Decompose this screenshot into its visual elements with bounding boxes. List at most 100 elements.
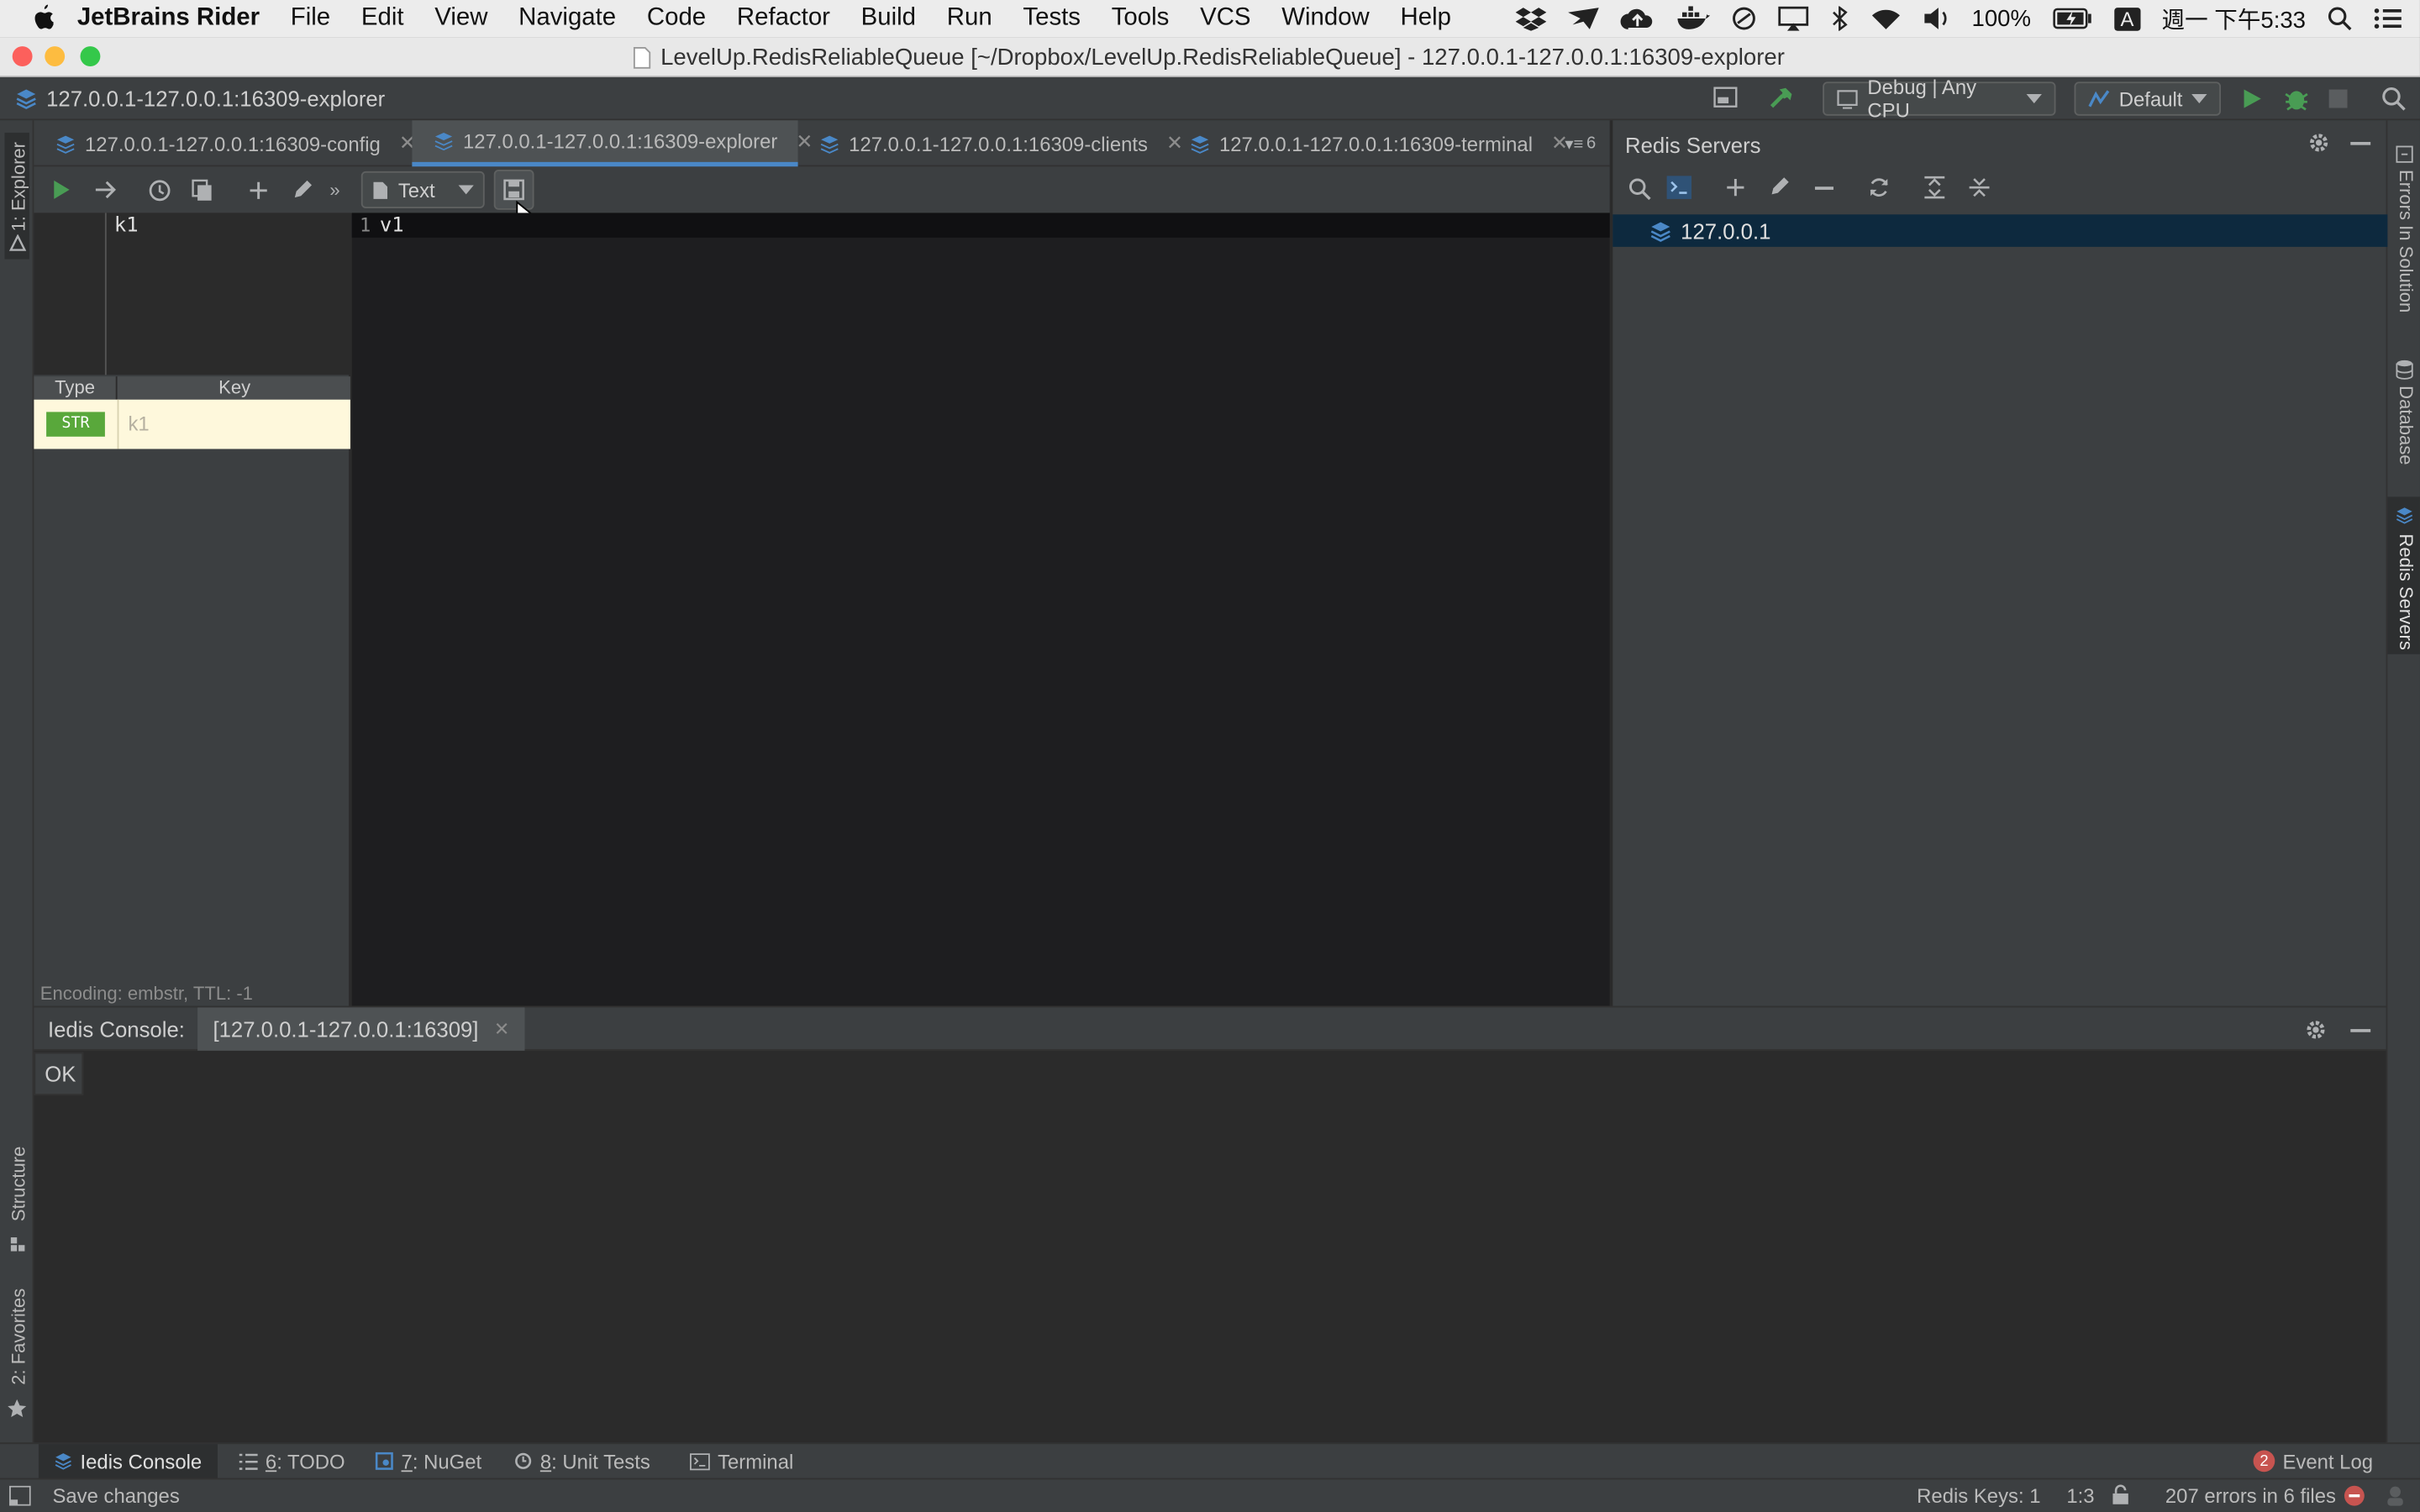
- console-tab[interactable]: [127.0.0.1-127.0.0.1:16309] ✕: [197, 1007, 525, 1051]
- debug-bug-icon[interactable]: [2282, 85, 2310, 113]
- menu-tests[interactable]: Tests: [1023, 5, 1081, 33]
- menu-tools[interactable]: Tools: [1112, 5, 1170, 33]
- redis-servers-panel: Redis Servers 127.0.0.1: [1611, 120, 2388, 1006]
- memory-indicator-icon[interactable]: [2385, 1484, 2407, 1508]
- tab-config[interactable]: 127.0.0.1-127.0.0.1:16309-config ✕: [34, 120, 416, 166]
- run-command-icon[interactable]: [46, 175, 77, 206]
- error-status-icon[interactable]: [2343, 1484, 2366, 1508]
- column-type[interactable]: Type: [34, 376, 118, 400]
- chevron-down-icon: [2026, 94, 2042, 104]
- refresh-icon[interactable]: [1867, 176, 1891, 199]
- column-key[interactable]: Key: [118, 376, 350, 398]
- tool-window-errors[interactable]: Errors In Solution: [2392, 139, 2417, 323]
- menubar-status-area: 100% A 週一 下午5:33: [1514, 0, 2402, 37]
- menu-help[interactable]: Help: [1401, 5, 1451, 33]
- tool-window-terminal[interactable]: Terminal: [690, 1444, 793, 1478]
- build-hammer-icon[interactable]: [1767, 85, 1795, 113]
- tool-window-todo[interactable]: 6: TODO: [239, 1444, 345, 1478]
- arrow-right-icon[interactable]: [90, 175, 121, 206]
- menu-edit[interactable]: Edit: [361, 5, 404, 33]
- collapse-all-icon[interactable]: [1968, 176, 1991, 199]
- minimize-panel-icon[interactable]: [2350, 1029, 2371, 1032]
- add-server-icon[interactable]: [1725, 177, 1745, 197]
- find-server-icon[interactable]: [1628, 177, 1652, 201]
- tool-window-explorer[interactable]: 1: Explorer: [4, 132, 29, 260]
- lock-icon[interactable]: [2112, 1484, 2130, 1506]
- menu-build[interactable]: Build: [861, 5, 916, 33]
- remove-server-icon[interactable]: [1814, 186, 1833, 190]
- bluetooth-icon[interactable]: [1830, 6, 1849, 31]
- sync-icon[interactable]: [1731, 6, 1755, 30]
- tab-explorer[interactable]: 127.0.0.1-127.0.0.1:16309-explorer ✕: [412, 120, 813, 167]
- iedis-console-panel: Iedis Console: [127.0.0.1-127.0.0.1:1630…: [34, 1005, 2386, 1443]
- maximize-window-button[interactable]: [80, 46, 101, 66]
- stop-icon[interactable]: [2328, 89, 2348, 108]
- format-select[interactable]: Text: [360, 171, 485, 208]
- airplay-icon[interactable]: [1777, 6, 1808, 31]
- airmail-icon[interactable]: [1567, 8, 1599, 29]
- volume-icon[interactable]: [1923, 6, 1950, 30]
- menu-navigate[interactable]: Navigate: [518, 5, 616, 33]
- expand-all-icon[interactable]: [1923, 176, 1947, 199]
- notification-center-icon[interactable]: [2374, 8, 2402, 29]
- tool-window-unit-tests[interactable]: 8: Unit Tests: [514, 1444, 650, 1478]
- tool-window-structure[interactable]: Structure: [5, 1147, 29, 1263]
- event-log-button[interactable]: 2 Event Log: [2253, 1444, 2373, 1478]
- value-text[interactable]: v1: [380, 214, 404, 238]
- tool-window-favorites[interactable]: 2: Favorites: [5, 1289, 29, 1427]
- tool-window-nuget[interactable]: 7: NuGet: [375, 1444, 481, 1478]
- battery-percent[interactable]: 100%: [1972, 5, 2031, 31]
- minimize-window-button[interactable]: [45, 46, 66, 66]
- close-tab-icon[interactable]: ✕: [494, 1018, 509, 1040]
- menu-vcs[interactable]: VCS: [1200, 5, 1250, 33]
- tab-terminal[interactable]: 127.0.0.1-127.0.0.1:16309-terminal ✕: [1168, 120, 1568, 166]
- apple-icon[interactable]: [31, 4, 55, 33]
- menu-window[interactable]: Window: [1281, 5, 1370, 33]
- layout-toggle-icon[interactable]: [1713, 87, 1738, 108]
- menu-app-name[interactable]: JetBrains Rider: [77, 5, 260, 33]
- tool-window-database[interactable]: Database: [2392, 354, 2417, 472]
- console-icon[interactable]: [1666, 176, 1692, 199]
- server-tree-item[interactable]: 127.0.0.1: [1612, 214, 2388, 247]
- docker-icon[interactable]: [1676, 6, 1710, 30]
- wifi-icon[interactable]: [1870, 6, 1901, 30]
- tool-window-iedis-console[interactable]: Iedis Console: [38, 1444, 218, 1478]
- minimize-panel-icon[interactable]: [2350, 141, 2371, 145]
- menu-code[interactable]: Code: [647, 5, 706, 33]
- toggle-tool-windows-icon[interactable]: [9, 1485, 31, 1506]
- gear-icon[interactable]: [2307, 131, 2331, 155]
- run-target-select[interactable]: Default: [2074, 81, 2222, 116]
- gear-icon[interactable]: [2304, 1018, 2328, 1042]
- build-configuration-select[interactable]: Debug | Any CPU: [1823, 76, 2056, 122]
- cloud-upload-icon[interactable]: [1619, 6, 1654, 30]
- table-row[interactable]: STR k1: [34, 399, 350, 449]
- search-everywhere-icon[interactable]: [2381, 87, 2406, 111]
- battery-icon[interactable]: [2053, 8, 2093, 29]
- redis-icon: [2396, 506, 2414, 524]
- run-play-icon[interactable]: [2241, 88, 2263, 110]
- edit-pencil-icon[interactable]: [287, 175, 318, 206]
- structure-icon: [9, 1236, 26, 1252]
- spotlight-search-icon[interactable]: [2328, 6, 2352, 31]
- dropbox-icon[interactable]: [1514, 6, 1546, 31]
- redis-keys-count[interactable]: Redis Keys: 1: [1917, 1484, 2040, 1508]
- menu-file[interactable]: File: [291, 5, 330, 33]
- menu-run[interactable]: Run: [947, 5, 992, 33]
- tab-clients[interactable]: 127.0.0.1-127.0.0.1:16309-clients ✕: [798, 120, 1183, 166]
- value-editor[interactable]: 1 v1: [351, 213, 1610, 1006]
- tabs-overflow-button[interactable]: ▾≡ 6: [1565, 120, 1596, 166]
- copy-icon[interactable]: [187, 175, 218, 206]
- close-window-button[interactable]: [12, 46, 33, 66]
- solution-errors[interactable]: 207 errors in 6 files: [2165, 1484, 2336, 1508]
- more-actions-icon[interactable]: »: [319, 175, 350, 206]
- caret-position[interactable]: 1:3: [2066, 1484, 2094, 1508]
- menubar-clock[interactable]: 週一 下午5:33: [2162, 3, 2307, 35]
- menu-view[interactable]: View: [434, 5, 487, 33]
- history-clock-icon[interactable]: [144, 175, 175, 206]
- input-method-indicator[interactable]: A: [2114, 7, 2140, 30]
- breadcrumb[interactable]: 127.0.0.1-127.0.0.1:16309-explorer: [15, 77, 385, 120]
- edit-server-icon[interactable]: [1769, 176, 1791, 197]
- menu-refactor[interactable]: Refactor: [737, 5, 830, 33]
- tool-window-redis-servers[interactable]: Redis Servers: [2387, 496, 2420, 654]
- add-key-icon[interactable]: [242, 175, 273, 206]
